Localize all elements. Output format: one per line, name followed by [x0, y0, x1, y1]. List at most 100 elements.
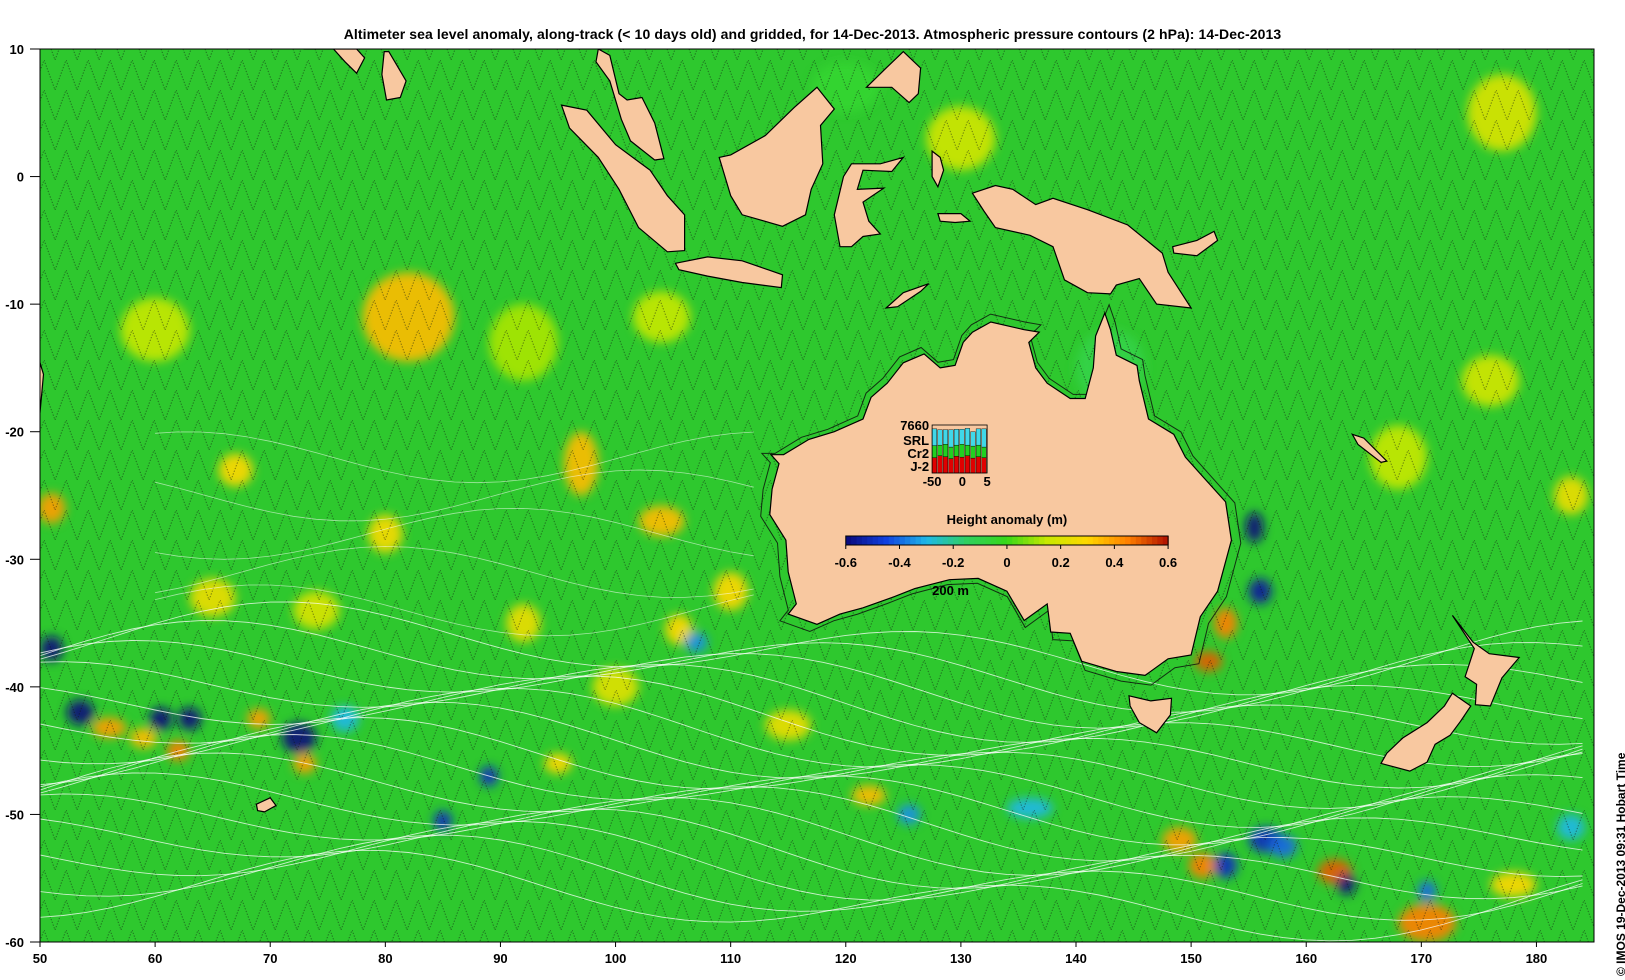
sea-level-map: 50 60 70 80 90 100 110 120 130 140 150 160 170 180100… [5, 42, 1595, 966]
x-tick-label: 180 [1526, 951, 1548, 966]
colorbar-tick-label: 0.2 [1052, 555, 1070, 570]
colorbar-segment [1044, 536, 1051, 545]
colorbar-segment [937, 536, 944, 545]
inset-bar-cr2 [970, 445, 976, 459]
inset-bar-j2 [959, 456, 965, 474]
colorbar-segment [926, 536, 933, 545]
colorbar-segment [1092, 536, 1099, 545]
y-tick-label: -60 [5, 935, 24, 950]
colorbar-segment [947, 536, 954, 545]
colorbar-segment [1119, 536, 1126, 545]
colorbar-gradient [845, 535, 1169, 546]
inset-bar-srl [948, 429, 954, 448]
inset-bar-cr2 [948, 446, 954, 459]
inset-bar-srl [937, 429, 943, 446]
inset-bar-cr2 [937, 444, 943, 456]
inset-bar-cr2 [964, 444, 971, 456]
inset-bar-srl [970, 431, 976, 447]
plot-area [40, 49, 1594, 942]
colorbar-segment [867, 536, 874, 545]
colorbar-segment [1098, 536, 1105, 545]
inset-histogram [931, 424, 988, 474]
inset-bar-cr2 [942, 444, 949, 457]
colorbar-segment [996, 536, 1003, 545]
isobath-label: 200 m [932, 583, 969, 598]
inset-max-label: 7660 [900, 418, 929, 433]
inset-bar-j2 [942, 456, 949, 474]
colorbar-segment [1066, 536, 1072, 545]
colorbar-segment [1114, 536, 1121, 545]
colorbar-segment [963, 536, 970, 545]
y-tick-label: -30 [5, 552, 24, 567]
inset-bar-j2 [931, 457, 938, 474]
x-tick-label: 150 [1180, 951, 1202, 966]
colorbar-segment [1049, 536, 1056, 545]
x-tick-label: 60 [148, 951, 162, 966]
colorbar-tick-label: 0.6 [1159, 555, 1177, 570]
y-tick-label: 0 [17, 170, 24, 185]
colorbar-segment [920, 536, 927, 545]
inset-bar-j2 [948, 458, 954, 474]
colorbar-segment [1028, 536, 1035, 545]
x-tick-label: 130 [950, 951, 972, 966]
colorbar-segment [851, 536, 858, 545]
inset-bar-srl [931, 428, 938, 446]
colorbar-segment [894, 536, 901, 545]
colorbar-segment [942, 536, 949, 545]
x-tick-label: 120 [835, 951, 857, 966]
colorbar-title: Height anomaly (m) [947, 512, 1068, 527]
colorbar-segment [1023, 536, 1030, 545]
inset-bar-srl [959, 429, 965, 445]
colorbar-segment [1001, 536, 1008, 545]
inset-bar-cr2 [953, 444, 960, 457]
inset-bar-cr2 [981, 446, 987, 458]
colorbar-segment [1033, 536, 1040, 545]
inset-bar-cr2 [975, 444, 982, 457]
x-tick-label: 50 [33, 951, 47, 966]
colorbar-tick-label: 0 [1003, 555, 1010, 570]
colorbar-segment [872, 536, 879, 545]
inset-x-tick-label: 5 [983, 474, 990, 489]
colorbar-segment [888, 536, 895, 545]
colorbar-segment [1039, 536, 1046, 545]
colorbar-segment [910, 536, 917, 545]
y-tick-label: 10 [10, 42, 24, 57]
colorbar-segment [1157, 536, 1164, 545]
colorbar-segment [1108, 536, 1115, 545]
x-tick-label: 170 [1410, 951, 1432, 966]
inset-bar-j2 [937, 455, 943, 474]
credit-label: © IMOS 19-Dec-2013 09:31 Hobart Time [1614, 752, 1625, 976]
colorbar-segment [883, 536, 890, 545]
colorbar-segment [1012, 536, 1019, 545]
inset-bar-j2 [981, 457, 987, 474]
colorbar-segment [1087, 536, 1094, 545]
inset-legend-j2: J-2 [910, 459, 929, 474]
colorbar-segment [1076, 536, 1083, 545]
colorbar-tick-label: 0.4 [1105, 555, 1124, 570]
colorbar-segment [1146, 536, 1153, 545]
y-tick-label: -10 [5, 297, 24, 312]
colorbar-segment [1082, 536, 1089, 545]
colorbar-segment [878, 536, 884, 545]
colorbar-segment [980, 536, 987, 545]
colorbar-segment [969, 536, 976, 545]
inset-bar-j2 [970, 457, 976, 474]
colorbar-segment [990, 536, 997, 545]
inset-bar-j2 [975, 456, 982, 474]
inset-bar-j2 [953, 456, 960, 474]
colorbar-segment [1071, 536, 1078, 545]
inset-bar-srl [942, 429, 949, 445]
inset-bar-j2 [964, 455, 971, 474]
x-tick-label: 160 [1295, 951, 1317, 966]
inset-bar-srl [981, 428, 987, 448]
colorbar-segment [904, 536, 911, 545]
colorbar-segment [985, 536, 992, 545]
colorbar-segment [1151, 536, 1158, 545]
colorbar-segment [958, 536, 965, 545]
colorbar-segment [1103, 536, 1110, 545]
inset-bar-srl [953, 429, 960, 446]
colorbar-segment [861, 536, 868, 545]
colorbar-segment [1017, 536, 1024, 545]
inset-x-tick-label: -50 [923, 474, 942, 489]
colorbar-tick-label: -0.4 [888, 555, 911, 570]
